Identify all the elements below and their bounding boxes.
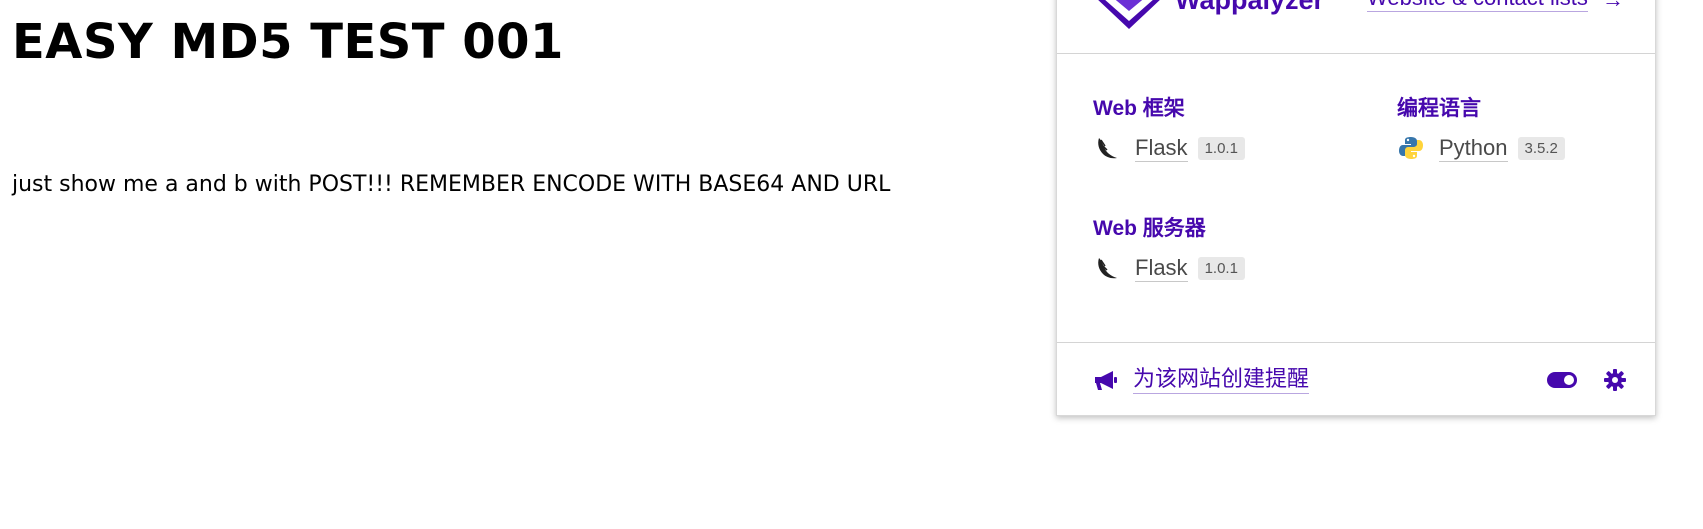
tech-item-python[interactable]: Python 3.5.2 [1397,134,1565,162]
tech-name[interactable]: Flask [1135,255,1188,282]
arrow-right-icon[interactable]: → [1602,0,1624,13]
toggle-knob [1564,375,1574,385]
create-alert-link[interactable]: 为该网站创建提醒 [1093,367,1310,394]
wappalyzer-logo-icon [1098,0,1160,29]
brand-name: Wappalyzer [1175,0,1325,15]
tech-item-flask-server[interactable]: Flask 1.0.1 [1093,254,1245,282]
wappalyzer-popup: Wappalyzer Website & contact lists → Web… [1056,0,1656,416]
category-title-programming-language: 编程语言 [1397,97,1481,120]
flask-icon [1098,138,1117,159]
footer-divider [1057,342,1655,343]
megaphone-icon [1095,370,1117,390]
category-title-web-server: Web 服务器 [1093,217,1206,240]
page-message: just show me a and b with POST!!! REMEMB… [12,172,891,197]
tech-name[interactable]: Python [1439,135,1508,162]
page-title: EASY MD5 TEST 001 [12,14,564,70]
tech-version-badge: 1.0.1 [1197,136,1245,160]
flask-icon [1098,258,1117,279]
website-contact-lists-link[interactable]: Website & contact lists [1367,0,1588,12]
tech-version-badge: 3.5.2 [1517,136,1565,160]
gear-icon[interactable] [1603,368,1627,392]
enable-toggle[interactable] [1547,372,1577,388]
tech-version-badge: 1.0.1 [1197,256,1245,280]
create-alert-label[interactable]: 为该网站创建提醒 [1133,367,1310,394]
popup-header: Wappalyzer Website & contact lists → [1057,0,1655,54]
category-title-web-framework: Web 框架 [1093,97,1185,120]
tech-name[interactable]: Flask [1135,135,1188,162]
tech-item-flask[interactable]: Flask 1.0.1 [1093,134,1245,162]
python-icon [1399,137,1423,159]
